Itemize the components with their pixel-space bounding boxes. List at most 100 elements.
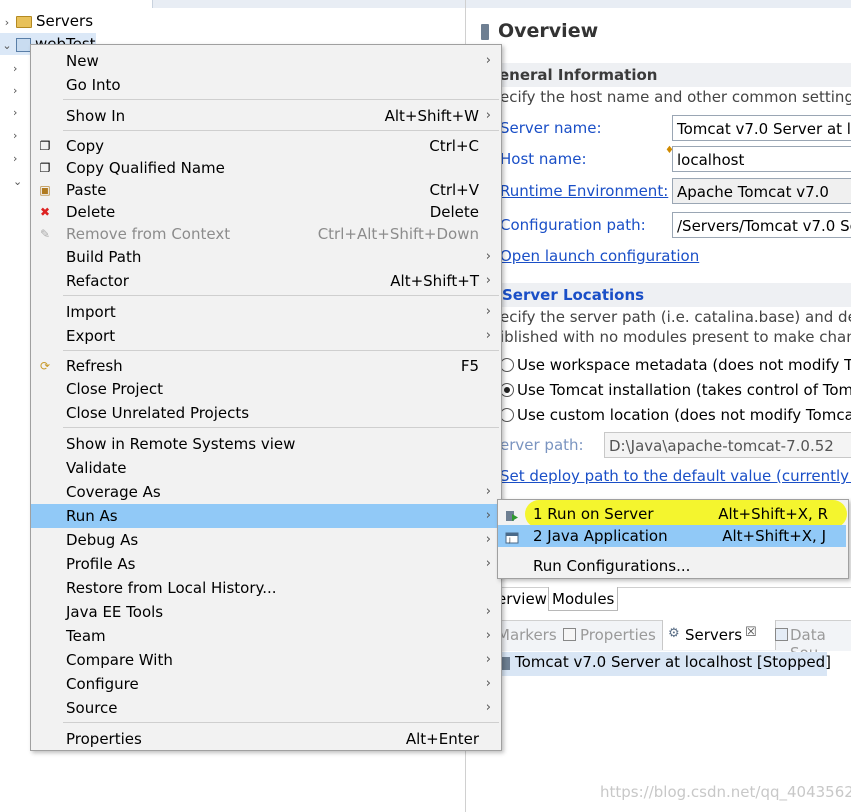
menu-item-show-in-remote-systems[interactable]: Show in Remote Systems view	[31, 432, 501, 456]
menu-item-close-project[interactable]: Close Project	[31, 377, 501, 401]
menu-item-build-path[interactable]: Build Path ›	[31, 245, 501, 269]
submenu-arrow-icon: ›	[485, 628, 491, 643]
submenu-arrow-icon: ›	[485, 652, 491, 667]
folder-icon	[16, 15, 32, 28]
close-icon[interactable]: ☒	[745, 625, 757, 640]
tab-servers[interactable]: Servers	[685, 626, 742, 644]
locations-description-line1: ecify the server path (i.e. catalina.bas…	[500, 308, 851, 326]
set-deploy-path-link[interactable]: Set deploy path to the default value (cu…	[500, 467, 851, 485]
watermark: https://blog.csdn.net/qq_40435621	[600, 783, 851, 801]
submenu-arrow-icon: ›	[485, 508, 491, 523]
server-name-label: Server name:	[500, 119, 602, 137]
menu-item-source[interactable]: Source ›	[31, 696, 501, 720]
tree-item-servers[interactable]: › Servers	[0, 10, 93, 32]
menu-item-compare-with[interactable]: Compare With ›	[31, 648, 501, 672]
menu-item-configure[interactable]: Configure ›	[31, 672, 501, 696]
menu-item-refactor[interactable]: Refactor Alt+Shift+T ›	[31, 269, 501, 293]
radio-workspace-metadata[interactable]	[500, 358, 514, 372]
menu-item-copy[interactable]: ❐ Copy Ctrl+C	[31, 134, 501, 158]
tree-item-label: Servers	[36, 12, 94, 30]
datasource-icon	[775, 628, 788, 641]
expand-arrow-icon[interactable]: ›	[13, 84, 17, 97]
collapse-arrow-icon[interactable]: ⌄	[13, 175, 22, 188]
config-path-label: Configuration path:	[500, 216, 646, 234]
submenu-arrow-icon: ›	[485, 53, 491, 68]
runtime-env-combo[interactable]: Apache Tomcat v7.0	[672, 178, 851, 204]
menu-item-new[interactable]: New ›	[31, 49, 501, 73]
server-path-label: erver path:	[500, 436, 584, 454]
radio-workspace-label: Use workspace metadata (does not modify …	[517, 356, 851, 374]
tab-properties[interactable]: Properties	[580, 626, 656, 644]
remove-context-icon: ✎	[39, 227, 51, 241]
menu-item-debug-as[interactable]: Debug As ›	[31, 528, 501, 552]
radio-custom-location[interactable]	[500, 408, 514, 422]
submenu-arrow-icon: ›	[485, 304, 491, 319]
menu-item-validate[interactable]: Validate	[31, 456, 501, 480]
host-name-field[interactable]: localhost	[672, 146, 851, 172]
submenu-arrow-icon: ›	[485, 556, 491, 571]
menu-item-paste[interactable]: ▣ Paste Ctrl+V	[31, 178, 501, 202]
server-entry-label: Tomcat v7.0 Server at localhost [Stopped…	[515, 653, 831, 671]
explorer-tab-strip	[152, 0, 466, 8]
submenu-arrow-icon: ›	[485, 532, 491, 547]
menu-item-profile-as[interactable]: Profile As ›	[31, 552, 501, 576]
menu-item-restore-local-history[interactable]: Restore from Local History...	[31, 576, 501, 600]
properties-icon	[563, 628, 576, 641]
expand-arrow-icon[interactable]: ›	[13, 152, 17, 165]
collapse-arrow-icon[interactable]: ⌄	[0, 35, 14, 57]
menu-item-import[interactable]: Import ›	[31, 300, 501, 324]
host-name-label: Host name:	[500, 150, 587, 168]
general-info-description: ecify the host name and other common set…	[500, 88, 851, 106]
menu-item-coverage-as[interactable]: Coverage As ›	[31, 480, 501, 504]
radio-tomcat-installation[interactable]	[500, 383, 514, 397]
radio-custom-label: Use custom location (does not modify Tom…	[517, 406, 851, 424]
menu-separator	[63, 350, 499, 351]
delete-icon: ✖	[39, 205, 51, 219]
copy-icon: ❐	[39, 139, 51, 153]
submenu-arrow-icon: ›	[485, 249, 491, 264]
menu-item-show-in[interactable]: Show In Alt+Shift+W ›	[31, 104, 501, 128]
tab-overview[interactable]: erview	[497, 590, 547, 608]
expand-arrow-icon[interactable]: ›	[13, 129, 17, 142]
submenu-arrow-icon: ›	[485, 676, 491, 691]
menu-item-close-unrelated-projects[interactable]: Close Unrelated Projects	[31, 401, 501, 425]
menu-separator	[63, 130, 499, 131]
menu-item-delete[interactable]: ✖ Delete Delete	[31, 200, 501, 224]
project-icon	[16, 37, 31, 52]
java-app-icon: J	[505, 529, 519, 544]
menu-item-export[interactable]: Export ›	[31, 324, 501, 348]
menu-item-properties[interactable]: Properties Alt+Enter	[31, 727, 501, 751]
menu-item-run-as[interactable]: Run As ›	[31, 504, 501, 528]
server-locations-header[interactable]: Server Locations	[466, 283, 851, 307]
servers-view-icon: ⚙	[668, 626, 680, 641]
open-launch-config-link[interactable]: Open launch configuration	[500, 247, 699, 265]
expand-arrow-icon[interactable]: ›	[13, 62, 17, 75]
server-path-field: D:\Java\apache-tomcat-7.0.52	[604, 432, 851, 458]
menu-item-refresh[interactable]: ⟳ Refresh F5	[31, 354, 501, 378]
runtime-env-link[interactable]: Runtime Environment:	[500, 182, 668, 200]
submenu-item-run-on-server[interactable]: 1 Run on Server Alt+Shift+X, R	[498, 503, 848, 525]
context-menu: New › Go Into Show In Alt+Shift+W › ❐ Copy Ct…	[30, 44, 502, 751]
menu-separator	[63, 427, 499, 428]
general-info-header: eneral Information	[466, 63, 851, 87]
tab-modules[interactable]: Modules	[548, 587, 618, 611]
menu-separator	[63, 295, 499, 296]
expand-arrow-icon[interactable]: ›	[0, 12, 14, 34]
menu-item-copy-qualified-name[interactable]: ❐ Copy Qualified Name	[31, 156, 501, 180]
paste-icon: ▣	[39, 183, 51, 197]
menu-item-go-into[interactable]: Go Into	[31, 73, 501, 97]
expand-arrow-icon[interactable]: ›	[13, 106, 17, 119]
menu-item-remove-from-context: ✎ Remove from Context Ctrl+Alt+Shift+Down	[39, 225, 479, 243]
tab-markers[interactable]: Markers	[497, 626, 557, 644]
submenu-arrow-icon: ›	[485, 604, 491, 619]
copy-qualified-icon: ❐	[39, 161, 51, 175]
menu-item-java-ee-tools[interactable]: Java EE Tools ›	[31, 600, 501, 624]
config-path-field[interactable]: /Servers/Tomcat v7.0 Se	[672, 212, 851, 238]
server-icon	[481, 24, 489, 40]
submenu-item-run-configurations[interactable]: Run Configurations...	[498, 555, 848, 577]
server-name-field[interactable]: Tomcat v7.0 Server at lo	[672, 115, 851, 141]
menu-item-team[interactable]: Team ›	[31, 624, 501, 648]
submenu-item-java-application[interactable]: J 2 Java Application Alt+Shift+X, J	[498, 525, 846, 547]
menu-separator	[63, 99, 499, 100]
locations-description-line2: iblished with no modules present to make…	[500, 328, 851, 346]
